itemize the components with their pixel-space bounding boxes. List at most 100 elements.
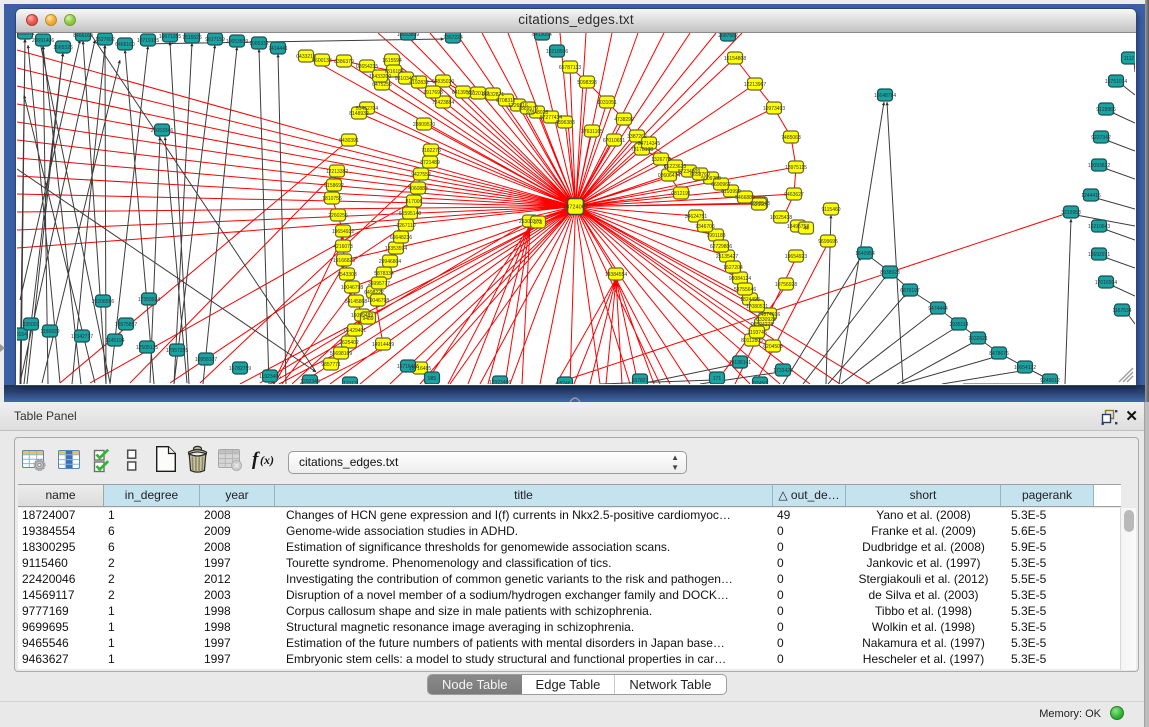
svg-text:9600133: 9600133 xyxy=(312,58,332,64)
svg-text:12213967: 12213967 xyxy=(744,82,766,88)
svg-text:7515526: 7515526 xyxy=(182,35,202,41)
svg-text:1627204: 1627204 xyxy=(723,265,743,271)
svg-text:20053346: 20053346 xyxy=(151,128,173,134)
svg-text:(x): (x) xyxy=(260,453,274,467)
svg-text:7543303: 7543303 xyxy=(337,272,357,278)
svg-text:14914489: 14914489 xyxy=(372,342,394,348)
svg-text:9227342: 9227342 xyxy=(1091,135,1111,141)
svg-text:4216073: 4216073 xyxy=(333,244,353,250)
svg-text:13433200: 13433200 xyxy=(369,74,391,80)
svg-text:9489: 9489 xyxy=(362,316,373,322)
svg-text:61595148: 61595148 xyxy=(399,211,421,217)
svg-text:6658760: 6658760 xyxy=(690,172,710,178)
svg-text:10653809: 10653809 xyxy=(397,33,419,38)
svg-text:11923466: 11923466 xyxy=(259,374,281,380)
svg-text:273: 273 xyxy=(534,220,543,226)
svg-text:15716485: 15716485 xyxy=(397,364,419,370)
svg-text:9115460: 9115460 xyxy=(821,207,840,213)
svg-text:8721489: 8721489 xyxy=(420,160,440,166)
svg-text:62160: 62160 xyxy=(752,202,766,208)
svg-text:10046798: 10046798 xyxy=(341,285,363,291)
svg-text:9129966: 9129966 xyxy=(1096,107,1116,113)
svg-text:17016504: 17016504 xyxy=(1095,280,1117,286)
svg-text:8386379: 8386379 xyxy=(334,59,354,65)
svg-text:6204505: 6204505 xyxy=(763,344,783,350)
svg-text:13692971: 13692971 xyxy=(1088,252,1110,258)
svg-text:01429401: 01429401 xyxy=(344,328,366,334)
svg-text:12113: 12113 xyxy=(343,381,357,384)
svg-text:7193745: 7193745 xyxy=(747,330,767,336)
svg-text:3267110: 3267110 xyxy=(396,223,415,229)
svg-text:817006: 817006 xyxy=(406,199,423,205)
svg-text:9617159: 9617159 xyxy=(205,37,225,43)
svg-text:10973493: 10973493 xyxy=(763,106,785,112)
svg-text:12923466: 12923466 xyxy=(489,380,511,384)
svg-text:8478676: 8478676 xyxy=(989,351,1009,357)
svg-text:34624751: 34624751 xyxy=(685,214,707,220)
svg-text:1244415: 1244415 xyxy=(1081,193,1101,199)
svg-text:f: f xyxy=(252,449,260,470)
svg-text:10025438: 10025438 xyxy=(770,215,792,221)
svg-text:10719185: 10719185 xyxy=(137,38,159,44)
svg-text:19218506: 19218506 xyxy=(546,49,568,55)
svg-text:36995777: 36995777 xyxy=(368,281,390,287)
svg-text:7357224: 7357224 xyxy=(443,35,463,41)
svg-text:65648236: 65648236 xyxy=(390,235,412,241)
svg-text:0330923: 0330923 xyxy=(756,317,776,323)
svg-text:67010651: 67010651 xyxy=(603,138,625,144)
svg-text:8246: 8246 xyxy=(559,381,570,384)
svg-text:17359924: 17359924 xyxy=(138,297,160,303)
svg-text:92450: 92450 xyxy=(753,381,767,384)
svg-text:16782759: 16782759 xyxy=(229,366,251,372)
svg-text:9857771: 9857771 xyxy=(321,362,341,368)
svg-text:80112805: 80112805 xyxy=(741,338,763,344)
svg-text:10671355: 10671355 xyxy=(159,34,181,40)
svg-text:3158692: 3158692 xyxy=(324,183,344,189)
svg-text:5878334: 5878334 xyxy=(374,271,394,277)
svg-text:7632621: 7632621 xyxy=(968,336,988,342)
svg-text:19654923: 19654923 xyxy=(785,254,807,260)
svg-text:10958107: 10958107 xyxy=(195,357,217,363)
svg-text:72423884: 72423884 xyxy=(432,100,454,106)
svg-text:18724007: 18724007 xyxy=(563,205,588,211)
svg-text:5466889: 5466889 xyxy=(735,195,755,201)
svg-text:13353594: 13353594 xyxy=(385,246,407,252)
svg-text:98084124: 98084124 xyxy=(729,276,751,282)
svg-text:171: 171 xyxy=(713,376,722,382)
svg-text:16210643: 16210643 xyxy=(1088,224,1110,230)
svg-text:20691406: 20691406 xyxy=(32,38,54,44)
svg-text:19654932: 19654932 xyxy=(332,229,354,235)
svg-text:8413054: 8413054 xyxy=(532,33,552,38)
svg-text:29946804: 29946804 xyxy=(379,259,401,265)
svg-text:3215958: 3215958 xyxy=(1061,210,1081,216)
svg-text:12505135: 12505135 xyxy=(136,345,158,351)
svg-text:65787133: 65787133 xyxy=(559,65,581,71)
svg-text:14136141: 14136141 xyxy=(729,360,751,366)
svg-text:17080531: 17080531 xyxy=(746,304,768,310)
svg-text:6879197: 6879197 xyxy=(900,288,920,294)
svg-text:73178108: 73178108 xyxy=(631,147,653,153)
svg-text:1527602: 1527602 xyxy=(95,37,115,43)
svg-text:17957255: 17957255 xyxy=(166,348,188,354)
svg-text:1824493: 1824493 xyxy=(740,297,760,303)
svg-text:1615594: 1615594 xyxy=(382,58,402,64)
svg-text:1156829: 1156829 xyxy=(40,329,59,335)
svg-text:7625402: 7625402 xyxy=(339,340,359,346)
svg-text:87277434: 87277434 xyxy=(540,115,562,121)
svg-text:9699695: 9699695 xyxy=(818,239,838,245)
svg-text:12093822: 12093822 xyxy=(1088,163,1110,169)
svg-text:16648784: 16648784 xyxy=(874,93,896,99)
svg-text:5098393: 5098393 xyxy=(577,80,597,86)
svg-text:44: 44 xyxy=(803,226,809,232)
svg-text:3387262: 3387262 xyxy=(627,134,647,140)
svg-text:7917693: 7917693 xyxy=(423,90,443,96)
svg-text:7346706: 7346706 xyxy=(695,224,715,230)
svg-text:1640954: 1640954 xyxy=(855,251,875,257)
svg-text:7414441: 7414441 xyxy=(268,46,288,52)
svg-text:15751074: 15751074 xyxy=(1105,79,1127,85)
svg-text:1145194: 1145194 xyxy=(105,338,124,344)
svg-text:20206556: 20206556 xyxy=(92,299,114,305)
svg-text:28809570: 28809570 xyxy=(413,122,435,128)
svg-text:1733426: 1733426 xyxy=(773,368,793,374)
svg-text:13975115: 13975115 xyxy=(785,165,807,171)
